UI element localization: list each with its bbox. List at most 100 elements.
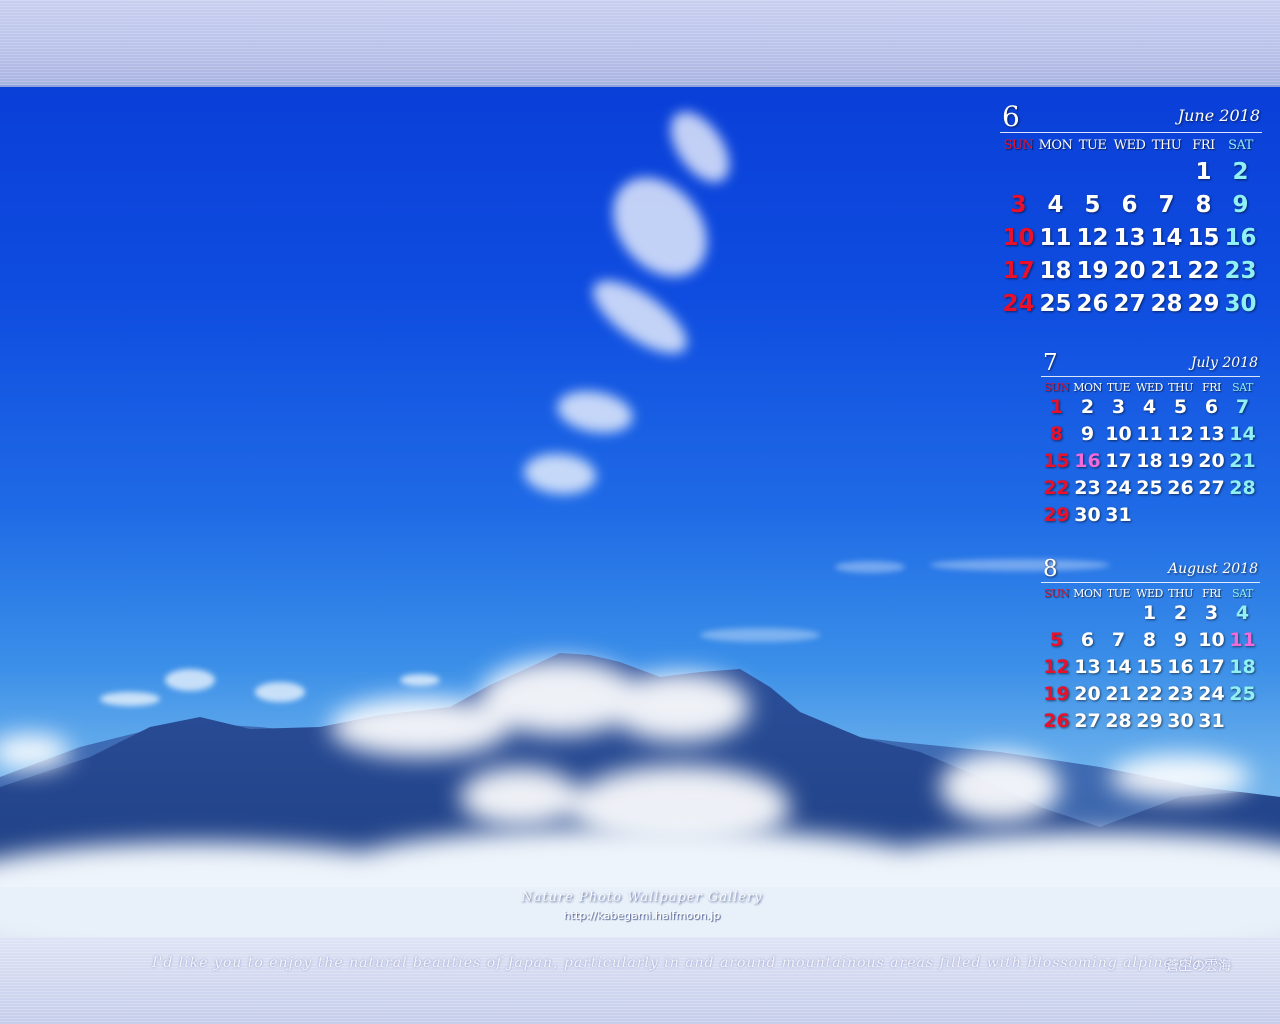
calendar-day: 24 (1105, 477, 1132, 499)
calendar-day: 13 (1198, 423, 1225, 445)
calendar-day: 17 (1105, 450, 1132, 472)
calendar-day: 20 (1198, 450, 1225, 472)
calendar-day: 21 (1105, 683, 1132, 705)
calendar-day: 9 (1232, 192, 1249, 218)
calendar-day: 8 (1142, 629, 1157, 651)
weekday-sat: SAT (1232, 381, 1253, 394)
calendar-header: 7 July 2018 (1041, 350, 1260, 377)
calendar-day: 24 (1198, 683, 1225, 705)
month-number: 7 (1043, 350, 1058, 376)
top-banner (0, 0, 1280, 87)
calendar-day: 29 (1187, 291, 1220, 317)
calendar-day: 4 (1142, 396, 1157, 418)
weekday-mon: MON (1073, 587, 1102, 600)
calendar-day: 28 (1150, 291, 1183, 317)
calendar-day: 15 (1043, 450, 1070, 472)
calendar-day: 2 (1080, 396, 1095, 418)
calendar-day: 3 (1204, 602, 1219, 624)
calendar-day: 11 (1136, 423, 1163, 445)
weekday-wed: WED (1136, 587, 1163, 600)
calendar-day: 20 (1113, 258, 1146, 284)
calendar-day: 10 (1002, 225, 1035, 251)
calendar-day: 15 (1136, 656, 1163, 678)
calendar-day: 24 (1002, 291, 1035, 317)
calendar-june: 6 June 2018 SUN MON TUE WED THU FRI SAT 123456… (1000, 100, 1262, 317)
calendar-day: 16 (1074, 450, 1101, 472)
weekday-sun: SUN (1044, 381, 1069, 394)
calendar-header: 8 August 2018 (1041, 556, 1260, 583)
calendar-header: 6 June 2018 (1000, 100, 1262, 133)
calendar-day: 25 (1136, 477, 1163, 499)
calendar-day: 11 (1229, 629, 1256, 651)
calendar-day: 21 (1229, 450, 1256, 472)
calendar-day: 7 (1158, 192, 1175, 218)
weekday-header: SUN MON TUE WED THU FRI SAT (1041, 381, 1258, 394)
photo-title-japanese: 蒼空の雲海 (1166, 959, 1232, 974)
month-number: 8 (1043, 556, 1058, 582)
empty-cell (1072, 600, 1103, 627)
calendar-day: 11 (1039, 225, 1072, 251)
calendar-day: 14 (1229, 423, 1256, 445)
weekday-tue: TUE (1078, 138, 1107, 153)
calendar-day: 25 (1039, 291, 1072, 317)
calendar-day: 23 (1224, 258, 1257, 284)
empty-cell (1000, 156, 1037, 189)
day-grid: 1 2 3 4 5 6 7 8 9 10 11 12 13 14 15 16 17 18 19 20 21 22 23 24 2… (1000, 156, 1259, 321)
calendar-day: 2 (1232, 159, 1249, 185)
calendar-day: 30 (1074, 504, 1101, 526)
weekday-fri: FRI (1202, 587, 1221, 600)
gallery-title: Nature Photo Wallpaper Gallery (521, 890, 763, 905)
calendar-day: 15 (1187, 225, 1220, 251)
calendar-day: 16 (1167, 656, 1194, 678)
month-name: July 2018 (1190, 355, 1258, 371)
calendar-day: 6 (1204, 396, 1219, 418)
calendar-day: 3 (1111, 396, 1126, 418)
calendar-day: 18 (1229, 656, 1256, 678)
calendar-day: 1 (1195, 159, 1212, 185)
calendar-day: 16 (1224, 225, 1257, 251)
calendar-day: 18 (1039, 258, 1072, 284)
bottom-banner (0, 937, 1280, 1024)
calendar-day: 9 (1173, 629, 1188, 651)
calendar-day: 17 (1198, 656, 1225, 678)
calendar-day: 19 (1167, 450, 1194, 472)
weekday-thu: THU (1151, 138, 1182, 153)
calendar-day: 5 (1084, 192, 1101, 218)
calendar-day: 19 (1076, 258, 1109, 284)
empty-cell (1148, 156, 1185, 189)
calendar-day: 7 (1235, 396, 1250, 418)
calendar-day: 26 (1076, 291, 1109, 317)
calendar-day: 19 (1043, 683, 1070, 705)
weekday-sat: SAT (1232, 587, 1253, 600)
calendar-day: 8 (1195, 192, 1212, 218)
calendar-day: 1 (1049, 396, 1064, 418)
calendar-day: 31 (1105, 504, 1132, 526)
calendar-day: 28 (1105, 710, 1132, 732)
calendar-day: 8 (1049, 423, 1064, 445)
calendar-day: 27 (1113, 291, 1146, 317)
calendar-day: 6 (1121, 192, 1138, 218)
calendar-day: 28 (1229, 477, 1256, 499)
calendar-july: 7 July 2018 SUN MON TUE WED THU FRI SAT 123456… (1041, 350, 1260, 526)
calendar-day: 12 (1076, 225, 1109, 251)
weekday-sat: SAT (1228, 138, 1253, 153)
calendar-day: 29 (1136, 710, 1163, 732)
calendar-day: 29 (1043, 504, 1070, 526)
weekday-fri: FRI (1202, 381, 1221, 394)
gallery-url: http://kabegami.halfmoon.jp (563, 909, 721, 922)
weekday-fri: FRI (1192, 138, 1215, 153)
footer-tagline: I'd like you to enjoy the natural beauti… (152, 955, 1234, 971)
day-grid: 1 2 3 4 5 6 7 8 9 10 11 12 13 14 15 16 17 18 19 20 21 22 23 24 2… (1041, 394, 1258, 529)
weekday-wed: WED (1136, 381, 1163, 394)
month-number: 6 (1002, 100, 1020, 133)
calendar-day: 30 (1167, 710, 1194, 732)
calendar-day: 3 (1010, 192, 1027, 218)
calendar-day: 23 (1074, 477, 1101, 499)
calendar-day: 21 (1150, 258, 1183, 284)
calendar-day: 22 (1043, 477, 1070, 499)
day-grid: 1 2 3 4 5 6 7 8 9 10 11 12 13 14 15 16 17 18 19 20 21 22 23 24 2… (1041, 600, 1258, 735)
weekday-mon: MON (1038, 138, 1073, 153)
calendar-day: 18 (1136, 450, 1163, 472)
calendar-day: 27 (1198, 477, 1225, 499)
empty-cell (1041, 600, 1072, 627)
